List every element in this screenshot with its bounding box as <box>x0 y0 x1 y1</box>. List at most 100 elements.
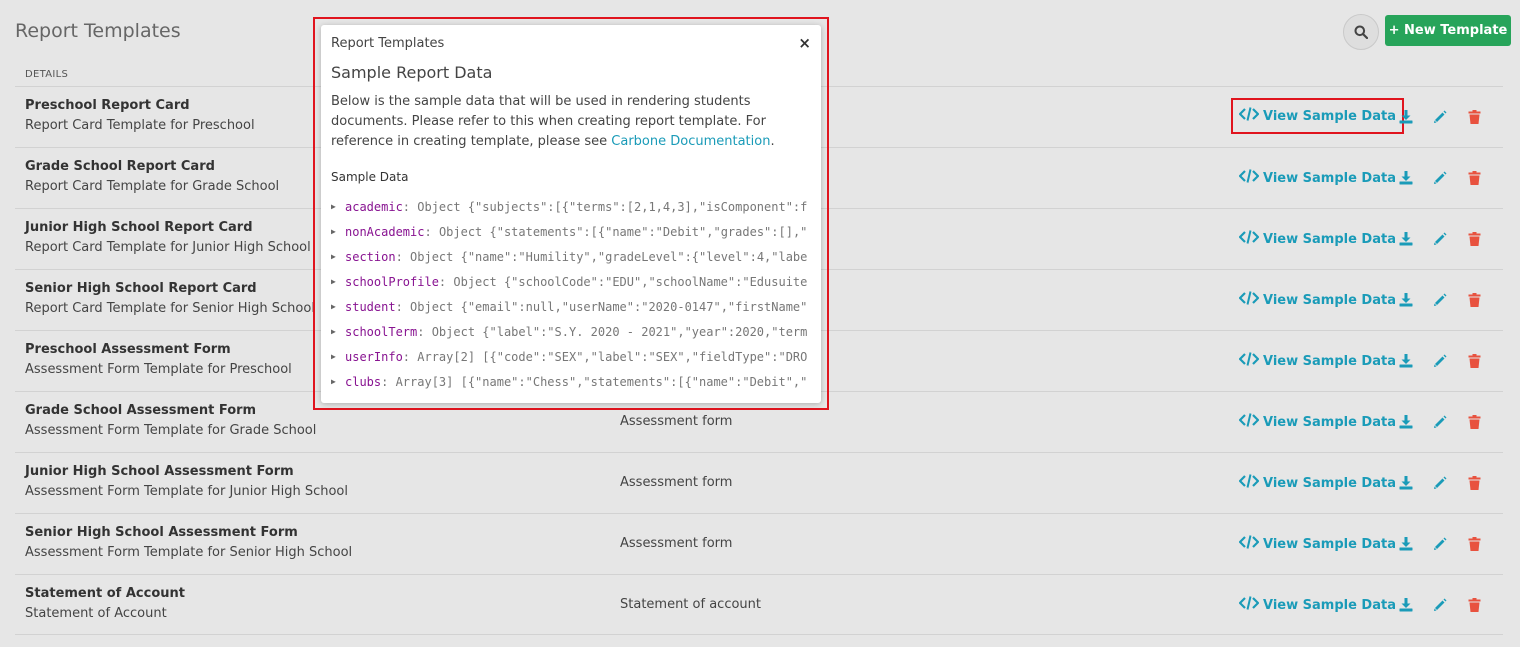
template-name: Preschool Report Card <box>25 98 190 113</box>
modal-breadcrumb: Report Templates <box>331 36 445 51</box>
pencil-icon[interactable] <box>1431 169 1449 187</box>
trash-icon[interactable] <box>1465 474 1483 492</box>
tree-key: nonAcademic <box>345 224 425 239</box>
trash-icon[interactable] <box>1465 596 1483 614</box>
tree-node[interactable]: ▶ section: Object {"name":"Humility","gra… <box>331 244 816 269</box>
tree-value: Object {"statements":[{"name":"Debit","g… <box>438 224 808 239</box>
expand-triangle-icon[interactable]: ▶ <box>331 227 345 236</box>
download-icon[interactable] <box>1397 230 1415 248</box>
view-sample-data-button[interactable]: View Sample Data <box>1231 98 1404 134</box>
view-sample-data-button[interactable]: View Sample Data <box>1238 596 1396 614</box>
tree-node[interactable]: ▶ schoolTerm: Object {"label":"S.Y. 2020 … <box>331 319 816 344</box>
template-name: Statement of Account <box>25 586 185 601</box>
sample-data-tree: ▶ academic: Object {"subjects":[{"terms":… <box>331 194 816 394</box>
view-sample-data-button[interactable]: View Sample Data <box>1238 535 1396 553</box>
search-button[interactable] <box>1343 14 1379 50</box>
pencil-icon[interactable] <box>1431 596 1449 614</box>
template-description: Report Card Template for Junior High Sch… <box>25 240 311 255</box>
expand-triangle-icon[interactable]: ▶ <box>331 377 345 386</box>
pencil-icon[interactable] <box>1431 474 1449 492</box>
template-description: Assessment Form Template for Senior High… <box>25 545 353 560</box>
modal-description-end: . <box>770 134 775 149</box>
expand-triangle-icon[interactable]: ▶ <box>331 252 345 261</box>
tree-separator: : <box>402 349 418 364</box>
sample-data-label: Sample Data <box>331 170 409 184</box>
expand-triangle-icon[interactable]: ▶ <box>331 202 345 211</box>
template-description: Report Card Template for Senior High Sch… <box>25 301 315 316</box>
pencil-icon[interactable] <box>1431 291 1449 309</box>
carbone-documentation-link[interactable]: Carbone Documentation <box>611 134 770 149</box>
view-sample-data-button[interactable]: View Sample Data <box>1238 352 1396 370</box>
download-icon[interactable] <box>1397 413 1415 431</box>
view-sample-data-label: View Sample Data <box>1263 414 1396 430</box>
tree-value: Array[2] [{"code":"SEX","label":"SEX","f… <box>417 349 808 364</box>
tree-key: student <box>345 299 396 314</box>
trash-icon[interactable] <box>1465 413 1483 431</box>
code-icon <box>1238 413 1260 431</box>
close-icon[interactable]: × <box>798 34 811 52</box>
trash-icon[interactable] <box>1465 291 1483 309</box>
trash-icon[interactable] <box>1465 169 1483 187</box>
tree-node[interactable]: ▶ userInfo: Array[2] [{"code":"SEX","labe… <box>331 344 816 369</box>
template-type: Assessment form <box>620 475 733 490</box>
download-icon[interactable] <box>1397 596 1415 614</box>
view-sample-data-button[interactable]: View Sample Data <box>1238 169 1396 187</box>
trash-icon[interactable] <box>1465 535 1483 553</box>
page-title: Report Templates <box>15 20 181 42</box>
view-sample-data-button[interactable]: View Sample Data <box>1238 291 1396 309</box>
download-icon[interactable] <box>1397 169 1415 187</box>
tree-separator: : <box>438 274 454 289</box>
template-name: Preschool Assessment Form <box>25 342 231 357</box>
tree-node[interactable]: ▶ academic: Object {"subjects":[{"terms":… <box>331 194 816 219</box>
pencil-icon[interactable] <box>1431 535 1449 553</box>
tree-key: schoolTerm <box>345 324 418 339</box>
view-sample-data-button[interactable]: View Sample Data <box>1238 413 1396 431</box>
expand-triangle-icon[interactable]: ▶ <box>331 352 345 361</box>
template-name: Senior High School Report Card <box>25 281 257 296</box>
search-icon <box>1354 25 1368 39</box>
template-description: Report Card Template for Preschool <box>25 118 255 133</box>
expand-triangle-icon[interactable]: ▶ <box>331 277 345 286</box>
download-icon[interactable] <box>1397 291 1415 309</box>
trash-icon[interactable] <box>1465 352 1483 370</box>
code-icon <box>1238 291 1260 309</box>
tree-value: Object {"subjects":[{"terms":[2,1,4,3],"… <box>417 199 808 214</box>
tree-separator: : <box>417 324 432 339</box>
view-sample-data-label: View Sample Data <box>1263 231 1396 247</box>
pencil-icon[interactable] <box>1431 413 1449 431</box>
tree-node[interactable]: ▶ clubs: Array[3] [{"name":"Chess","state… <box>331 369 816 394</box>
column-header-details: DETAILS <box>25 69 69 80</box>
new-template-button[interactable]: + New Template <box>1385 15 1511 46</box>
tree-separator: : <box>395 249 411 264</box>
tree-node[interactable]: ▶ student: Object {"email":null,"userName… <box>331 294 816 319</box>
pencil-icon[interactable] <box>1431 108 1449 126</box>
modal-title: Sample Report Data <box>331 63 493 82</box>
tree-node[interactable]: ▶ nonAcademic: Object {"statements":[{"na… <box>331 219 816 244</box>
template-description: Assessment Form Template for Preschool <box>25 362 292 377</box>
view-sample-data-button[interactable]: View Sample Data <box>1238 474 1396 492</box>
expand-triangle-icon[interactable]: ▶ <box>331 302 345 311</box>
download-icon[interactable] <box>1397 352 1415 370</box>
download-icon[interactable] <box>1397 535 1415 553</box>
modal-description: Below is the sample data that will be us… <box>331 92 816 152</box>
template-name: Senior High School Assessment Form <box>25 525 298 540</box>
trash-icon[interactable] <box>1465 230 1483 248</box>
template-name: Junior High School Assessment Form <box>25 464 294 479</box>
download-icon[interactable] <box>1397 108 1415 126</box>
view-sample-data-label: View Sample Data <box>1263 536 1396 552</box>
expand-triangle-icon[interactable]: ▶ <box>331 327 345 336</box>
template-description: Statement of Account <box>25 606 167 621</box>
tree-value: Array[3] [{"name":"Chess","statements":[… <box>395 374 808 389</box>
pencil-icon[interactable] <box>1431 230 1449 248</box>
pencil-icon[interactable] <box>1431 352 1449 370</box>
view-sample-data-label: View Sample Data <box>1263 475 1396 491</box>
tree-node[interactable]: ▶ schoolProfile: Object {"schoolCode":"ED… <box>331 269 816 294</box>
trash-icon[interactable] <box>1465 108 1483 126</box>
code-icon <box>1238 107 1260 125</box>
table-row: Statement of Account Statement of Account… <box>15 574 1503 635</box>
download-icon[interactable] <box>1397 474 1415 492</box>
view-sample-data-label: View Sample Data <box>1263 170 1396 186</box>
view-sample-data-button[interactable]: View Sample Data <box>1238 230 1396 248</box>
sample-data-modal: Report Templates × Sample Report Data Be… <box>321 25 821 403</box>
code-icon <box>1238 352 1260 370</box>
